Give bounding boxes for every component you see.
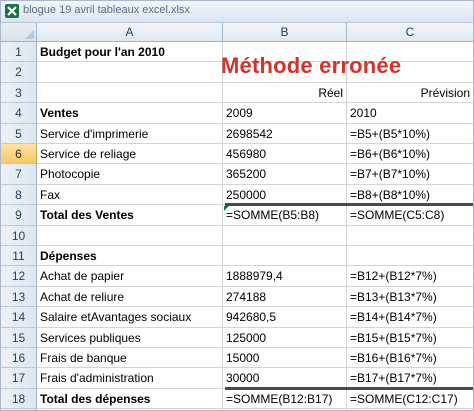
cell-a9[interactable]: Total des Ventes: [37, 205, 223, 226]
row-header-16[interactable]: 16: [1, 348, 37, 369]
cell-b11[interactable]: [223, 246, 347, 267]
cell-a6[interactable]: Service de reliage: [37, 144, 223, 165]
cell-a12[interactable]: Achat de papier: [37, 266, 223, 287]
cell-a15[interactable]: Services publiques: [37, 327, 223, 348]
row-header-3[interactable]: 3: [1, 82, 37, 104]
row-header-14[interactable]: 14: [1, 307, 37, 328]
cell-c8[interactable]: =B8+(B8*10%): [347, 184, 473, 206]
cell-c11[interactable]: [347, 246, 473, 267]
row-header-18[interactable]: 18: [1, 388, 37, 410]
row-header-7[interactable]: 7: [1, 164, 37, 185]
cell-a18[interactable]: Total des dépenses: [37, 388, 223, 410]
cell-b12[interactable]: 1888979,4: [223, 266, 347, 287]
cell-a5[interactable]: Service d'imprimerie: [37, 123, 223, 144]
column-header-a[interactable]: A: [37, 23, 223, 42]
cell-a10[interactable]: [37, 225, 223, 246]
cell-b15[interactable]: 125000: [223, 327, 347, 348]
cell-c18[interactable]: =SOMME(C12:C17): [347, 388, 473, 410]
cell-b4[interactable]: 2009: [223, 103, 347, 124]
cell-a7[interactable]: Photocopie: [37, 164, 223, 185]
cell-b10[interactable]: [223, 225, 347, 246]
cell-a16[interactable]: Frais de banque: [37, 348, 223, 369]
cell-b8[interactable]: 250000: [223, 184, 347, 206]
select-all-corner[interactable]: [1, 23, 37, 42]
cell-b13[interactable]: 274188: [223, 286, 347, 308]
cell-c5[interactable]: =B5+(B5*10%): [347, 123, 473, 144]
cell-c13[interactable]: =B13+(B13*7%): [347, 286, 473, 308]
row-header-8[interactable]: 8: [1, 184, 37, 206]
cell-b14[interactable]: 942680,5: [223, 307, 347, 328]
row-header-11[interactable]: 11: [1, 246, 37, 267]
cell-a8[interactable]: Fax: [37, 184, 223, 206]
column-header-c[interactable]: C: [347, 23, 473, 42]
column-header-b[interactable]: B: [223, 23, 347, 42]
cell-b17[interactable]: 30000: [223, 368, 347, 389]
cell-c12[interactable]: =B12+(B12*7%): [347, 266, 473, 287]
cell-b5[interactable]: 2698542: [223, 123, 347, 144]
cell-b7[interactable]: 365200: [223, 164, 347, 185]
row-header-12[interactable]: 12: [1, 266, 37, 287]
cell-c15[interactable]: =B15+(B15*7%): [347, 327, 473, 348]
cell-a17[interactable]: Frais d'administration: [37, 368, 223, 389]
cell-a1[interactable]: Budget pour l'an 2010: [37, 42, 223, 63]
cell-b16[interactable]: 15000: [223, 348, 347, 369]
row-header-5[interactable]: 5: [1, 123, 37, 144]
cell-a4[interactable]: Ventes: [37, 103, 223, 124]
row-header-9[interactable]: 9: [1, 205, 37, 226]
row-header-4[interactable]: 4: [1, 103, 37, 124]
cell-a13[interactable]: Achat de reliure: [37, 286, 223, 308]
cell-c6[interactable]: =B6+(B6*10%): [347, 144, 473, 165]
cell-c9[interactable]: =SOMME(C5:C8): [347, 205, 473, 226]
cell-c17[interactable]: =B17+(B17*7%): [347, 368, 473, 389]
cell-c3[interactable]: Prévision: [347, 82, 473, 104]
cell-c7[interactable]: =B7+(B7*10%): [347, 164, 473, 185]
excel-window: blogue 19 avril tableaux excel.xlsx A B …: [0, 0, 474, 411]
row-header-13[interactable]: 13: [1, 286, 37, 308]
cell-b3[interactable]: Réel: [223, 82, 347, 104]
row-header-1[interactable]: 1: [1, 42, 37, 63]
cell-c14[interactable]: =B14+(B14*7%): [347, 307, 473, 328]
cell-b6[interactable]: 456980: [223, 144, 347, 165]
title-bar: blogue 19 avril tableaux excel.xlsx: [1, 1, 473, 23]
total-border-row-17: [225, 386, 473, 390]
row-header-10[interactable]: 10: [1, 225, 37, 246]
cell-a11[interactable]: Dépenses: [37, 246, 223, 267]
cell-c10[interactable]: [347, 225, 473, 246]
formula-warning-marker: [224, 206, 229, 212]
cell-c4[interactable]: 2010: [347, 103, 473, 124]
excel-file-icon: [5, 4, 19, 18]
cell-a3[interactable]: [37, 82, 223, 104]
cell-c16[interactable]: =B16+(B16*7%): [347, 348, 473, 369]
window-title: blogue 19 avril tableaux excel.xlsx: [23, 4, 190, 16]
erroneous-method-annotation: Méthode erronée: [221, 53, 402, 78]
row-header-6[interactable]: 6: [1, 144, 37, 165]
row-header-2[interactable]: 2: [1, 62, 37, 83]
cell-a2[interactable]: [37, 62, 223, 83]
cell-a14[interactable]: Salaire etAvantages sociaux: [37, 307, 223, 328]
row-header-17[interactable]: 17: [1, 368, 37, 389]
total-border-row-8: [225, 203, 473, 207]
row-header-15[interactable]: 15: [1, 327, 37, 348]
cell-b9[interactable]: =SOMME(B5:B8): [223, 205, 347, 226]
cell-b18[interactable]: =SOMME(B12:B17): [223, 388, 347, 410]
